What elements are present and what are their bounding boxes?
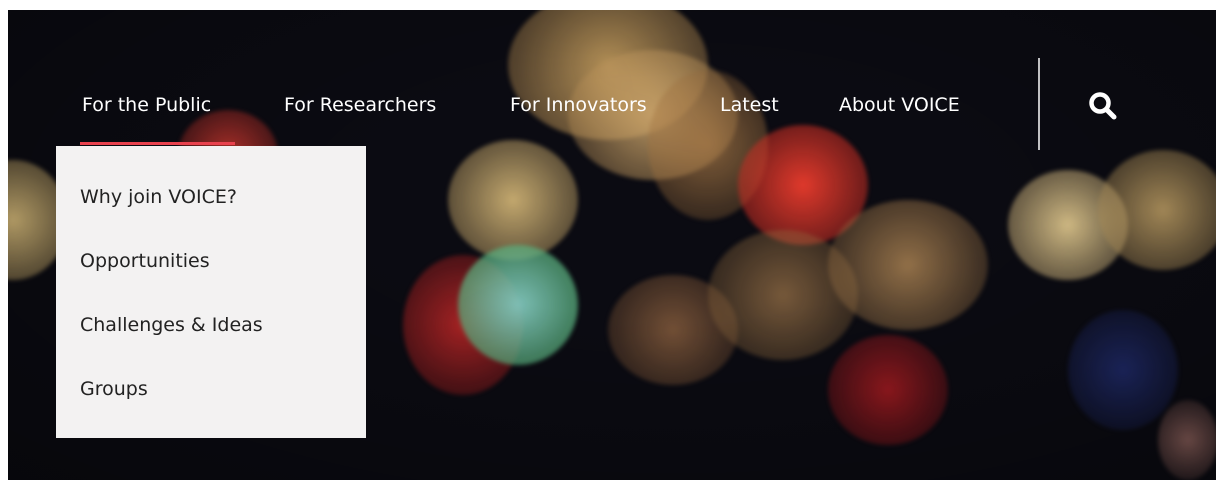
search-button[interactable] <box>1084 88 1124 124</box>
dropdown-item-why-join-voice[interactable]: Why join VOICE? <box>80 182 237 212</box>
nav-divider <box>1038 58 1040 150</box>
nav-item-latest[interactable]: Latest <box>720 90 779 120</box>
main-navigation: For the Public For Researchers For Innov… <box>8 10 1216 150</box>
dropdown-item-opportunities[interactable]: Opportunities <box>80 246 210 276</box>
dropdown-item-challenges-ideas[interactable]: Challenges & Ideas <box>80 310 263 340</box>
nav-item-for-the-public[interactable]: For the Public <box>79 90 236 145</box>
nav-item-for-innovators[interactable]: For Innovators <box>510 90 647 120</box>
nav-item-for-researchers[interactable]: For Researchers <box>284 90 436 120</box>
hero-section: For the Public For Researchers For Innov… <box>8 10 1216 480</box>
dropdown-item-groups[interactable]: Groups <box>80 374 148 404</box>
nav-item-about-voice[interactable]: About VOICE <box>839 90 960 120</box>
search-icon <box>1089 92 1117 120</box>
public-dropdown-menu: Why join VOICE? Opportunities Challenges… <box>56 146 366 438</box>
